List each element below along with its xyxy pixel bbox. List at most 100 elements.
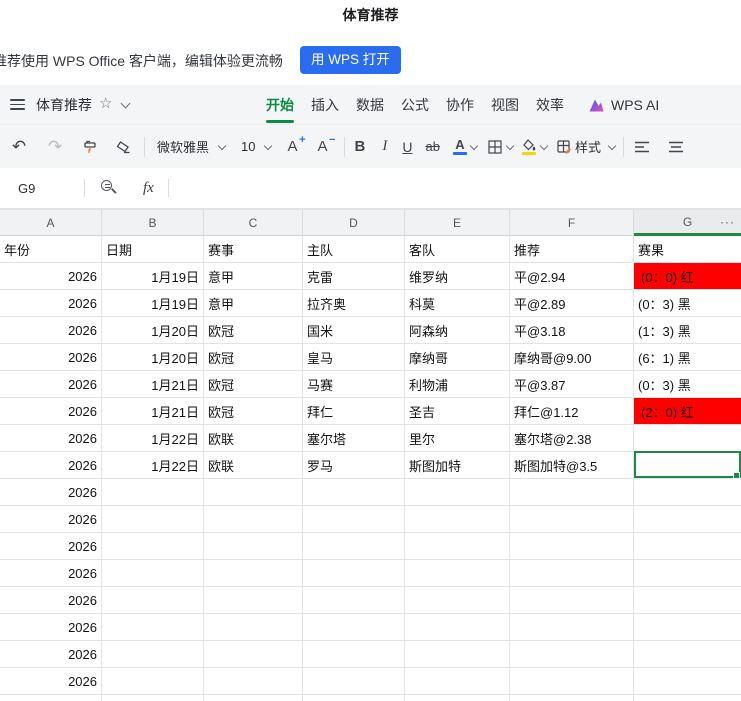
border-button[interactable] xyxy=(487,134,515,160)
cell[interactable] xyxy=(303,641,405,668)
cell[interactable] xyxy=(510,560,634,587)
cell[interactable]: (6：1) 黑 xyxy=(634,344,741,371)
cell[interactable]: (1：3) 黑 xyxy=(634,317,741,344)
tab-collaborate[interactable]: 协作 xyxy=(446,95,474,115)
cell[interactable]: 欧冠 xyxy=(204,344,303,371)
cell[interactable]: 欧冠 xyxy=(204,371,303,398)
cell[interactable]: (0：3) 黑 xyxy=(634,371,741,398)
cell[interactable]: 2026 xyxy=(0,533,102,560)
cell[interactable]: (2：0) 红 xyxy=(634,398,741,425)
cell[interactable]: 阿森纳 xyxy=(405,317,510,344)
cell[interactable] xyxy=(303,506,405,533)
cell[interactable] xyxy=(303,587,405,614)
cell[interactable] xyxy=(634,695,741,701)
column-header-A[interactable]: A xyxy=(0,210,102,236)
tab-insert[interactable]: 插入 xyxy=(311,95,339,115)
cell[interactable]: 1月22日 xyxy=(102,425,204,452)
cell[interactable] xyxy=(510,533,634,560)
cell[interactable] xyxy=(405,587,510,614)
cell[interactable]: 斯图加特 xyxy=(405,452,510,479)
font-color-button[interactable]: A xyxy=(452,134,479,160)
cell[interactable]: 年份 xyxy=(0,236,102,263)
cell[interactable] xyxy=(204,695,303,701)
open-in-wps-button[interactable]: 用 WPS 打开 xyxy=(300,46,401,74)
align-button[interactable] xyxy=(634,134,650,160)
cell[interactable]: 日期 xyxy=(102,236,204,263)
cell[interactable]: 客队 xyxy=(405,236,510,263)
cell[interactable]: 1月21日 xyxy=(102,398,204,425)
redo-button[interactable]: ↷ xyxy=(44,134,66,160)
column-header-C[interactable]: C xyxy=(204,210,303,236)
cell[interactable] xyxy=(102,506,204,533)
cell[interactable]: 塞尔塔 xyxy=(303,425,405,452)
cell[interactable]: 2026 xyxy=(0,317,102,344)
underline-button[interactable]: U xyxy=(402,134,412,160)
cell[interactable]: 2026 xyxy=(0,695,102,701)
cell[interactable]: 2026 xyxy=(0,560,102,587)
cell[interactable] xyxy=(204,533,303,560)
cell[interactable]: (0：0) 红 xyxy=(634,263,741,290)
cell[interactable] xyxy=(634,641,741,668)
cell[interactable]: 意甲 xyxy=(204,290,303,317)
cell[interactable]: 主队 xyxy=(303,236,405,263)
increase-font-button[interactable]: A + xyxy=(287,134,305,160)
cell[interactable] xyxy=(102,560,204,587)
cell[interactable]: 推荐 xyxy=(510,236,634,263)
cell[interactable]: 摩纳哥 xyxy=(405,344,510,371)
cell[interactable]: 平@3.18 xyxy=(510,317,634,344)
cell[interactable]: 2026 xyxy=(0,668,102,695)
cell[interactable]: 1月20日 xyxy=(102,317,204,344)
cell[interactable] xyxy=(634,533,741,560)
cell[interactable] xyxy=(510,668,634,695)
cell[interactable]: 赛果 xyxy=(634,236,741,263)
cell[interactable] xyxy=(634,668,741,695)
cell[interactable]: 平@2.89 xyxy=(510,290,634,317)
column-header-B[interactable]: B xyxy=(102,210,204,236)
star-icon[interactable]: ☆ xyxy=(99,94,112,112)
cell[interactable]: 2026 xyxy=(0,290,102,317)
cell[interactable]: 2026 xyxy=(0,452,102,479)
cell[interactable] xyxy=(204,587,303,614)
cell[interactable]: 平@2.94 xyxy=(510,263,634,290)
cell[interactable] xyxy=(102,479,204,506)
more-columns-icon[interactable]: ··· xyxy=(720,215,735,229)
cell[interactable] xyxy=(405,560,510,587)
cell[interactable] xyxy=(510,695,634,701)
insert-function-button[interactable]: fx xyxy=(143,180,154,197)
undo-button[interactable]: ↶ xyxy=(8,134,30,160)
align-button-2[interactable] xyxy=(668,134,684,160)
tab-view[interactable]: 视图 xyxy=(491,95,519,115)
cell[interactable] xyxy=(102,641,204,668)
cell[interactable] xyxy=(405,533,510,560)
cell[interactable]: 1月19日 xyxy=(102,263,204,290)
tab-efficiency[interactable]: 效率 xyxy=(536,95,564,115)
cell[interactable]: 斯图加特@3.5 xyxy=(510,452,634,479)
cell[interactable] xyxy=(204,641,303,668)
chevron-down-icon[interactable] xyxy=(120,98,131,109)
cell[interactable] xyxy=(634,587,741,614)
cell[interactable]: 意甲 xyxy=(204,263,303,290)
cell[interactable]: 欧冠 xyxy=(204,398,303,425)
cell[interactable]: 国米 xyxy=(303,317,405,344)
cell[interactable]: 维罗纳 xyxy=(405,263,510,290)
cell[interactable]: 拉齐奥 xyxy=(303,290,405,317)
strikethrough-button[interactable]: ab xyxy=(425,134,439,160)
cell[interactable] xyxy=(102,533,204,560)
cell[interactable]: 科莫 xyxy=(405,290,510,317)
cell[interactable] xyxy=(102,695,204,701)
cell[interactable]: 利物浦 xyxy=(405,371,510,398)
cell[interactable] xyxy=(102,614,204,641)
cell[interactable]: 1月22日 xyxy=(102,452,204,479)
cell[interactable] xyxy=(510,641,634,668)
cell[interactable] xyxy=(634,425,741,452)
font-size-select[interactable]: 10 xyxy=(235,134,273,160)
cell[interactable] xyxy=(303,533,405,560)
cell[interactable]: 欧冠 xyxy=(204,317,303,344)
cell[interactable] xyxy=(204,614,303,641)
cell[interactable]: 2026 xyxy=(0,425,102,452)
cell[interactable] xyxy=(405,614,510,641)
cell[interactable] xyxy=(102,587,204,614)
tab-home[interactable]: 开始 xyxy=(266,95,294,123)
cell[interactable] xyxy=(204,506,303,533)
cell[interactable] xyxy=(634,506,741,533)
